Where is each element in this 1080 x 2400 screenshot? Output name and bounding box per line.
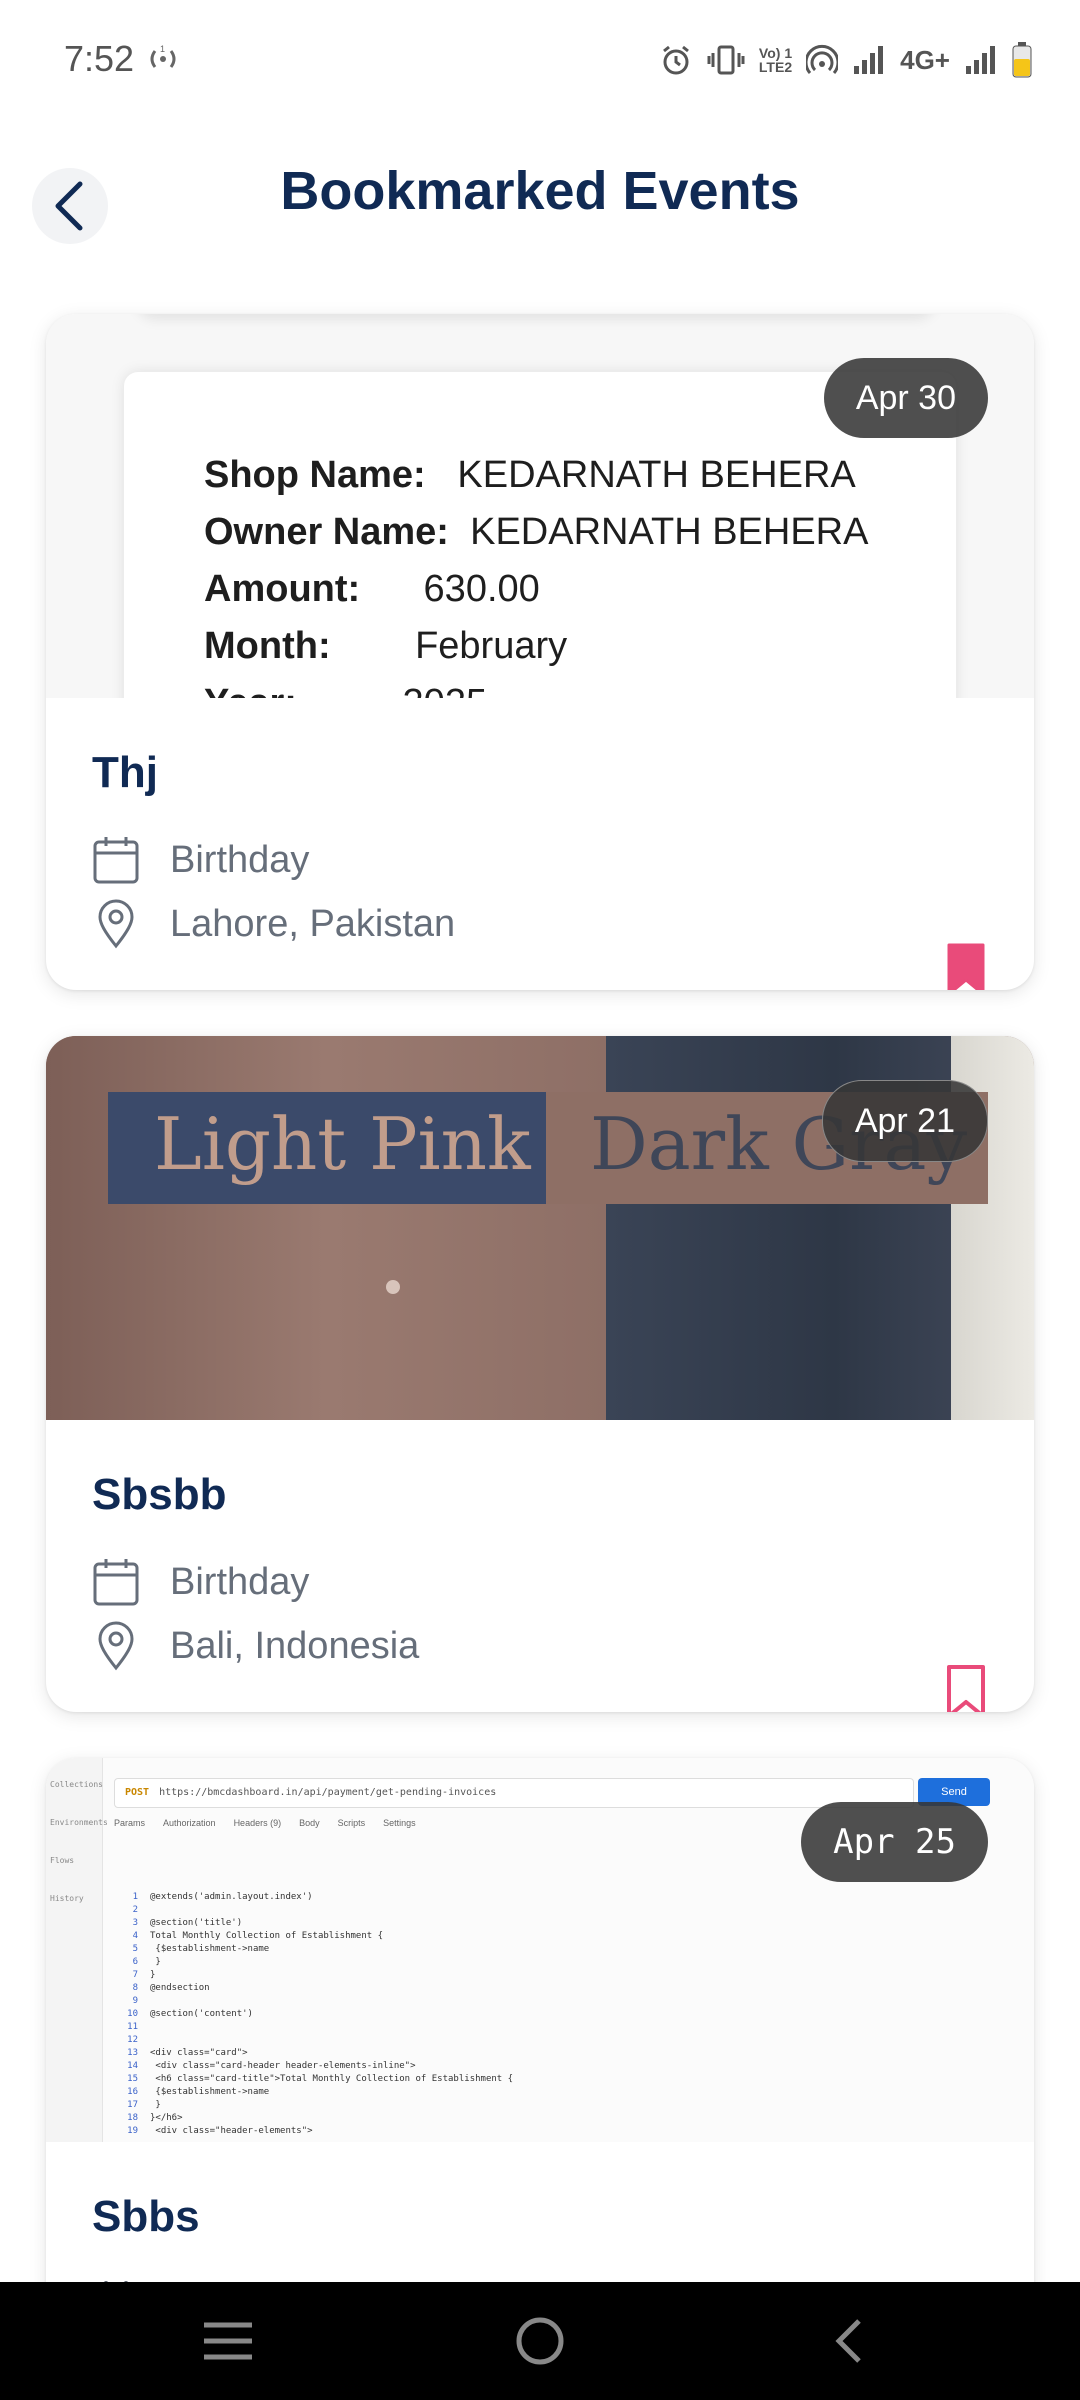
- menu-lines-icon: [204, 2322, 252, 2360]
- date-badge: Apr 25: [801, 1802, 988, 1882]
- recents-button[interactable]: [168, 2282, 288, 2400]
- code-line: 11: [127, 2022, 138, 2032]
- alarm-icon: [662, 45, 689, 75]
- back-nav-button[interactable]: [788, 2282, 908, 2400]
- event-card[interactable]: Collections Environments Flows History P…: [46, 1758, 1034, 2282]
- event-type: Birthday: [170, 838, 310, 881]
- date-badge: Apr 30: [823, 358, 988, 438]
- code-line: 17 }: [127, 2100, 161, 2110]
- event-image: Collections Environments Flows History P…: [46, 1758, 1034, 2142]
- event-location: Lahore, Pakistan: [170, 902, 456, 945]
- photo-label-left: Light Pink: [154, 1102, 531, 1186]
- vibrate-icon: [707, 45, 745, 75]
- card-body: Sbsbb Birthday Bali, Indonesia: [46, 1470, 1034, 1712]
- svg-text:1: 1: [160, 44, 165, 54]
- code-line: 7}: [132, 1970, 156, 1980]
- home-button[interactable]: [480, 2282, 600, 2400]
- event-type-row: [92, 2272, 988, 2282]
- date-badge: Apr 21: [821, 1080, 988, 1162]
- code-line: 15 <h6 class="card-title">Total Monthly …: [127, 2074, 514, 2084]
- page-title: Bookmarked Events: [280, 161, 800, 221]
- event-card[interactable]: Light Pink Dark Gray Apr 21 Sbsbb Birthd…: [46, 1036, 1034, 1712]
- event-type: Birthday: [170, 1560, 310, 1603]
- code-line: 18}</h6>: [127, 2113, 183, 2123]
- event-list[interactable]: Shop Name: KEDARNATH BEHERA Owner Name: …: [0, 270, 1080, 2282]
- event-title: Sbsbb: [92, 1470, 227, 1519]
- event-image: Shop Name: KEDARNATH BEHERA Owner Name: …: [46, 314, 1034, 698]
- signal-2-icon: [966, 46, 995, 74]
- location-pin-icon: [92, 898, 140, 950]
- code-line: 19 <div class="header-elements">: [127, 2126, 313, 2136]
- hotspot-icon: 1: [142, 44, 184, 74]
- code-line: 4 Total Monthly Collection of Establishme…: [132, 1931, 383, 1941]
- card-body: Sbbs: [46, 2192, 1034, 2282]
- event-title: Thj: [92, 748, 158, 797]
- event-title: Sbbs: [92, 2192, 200, 2241]
- event-location: Bali, Indonesia: [170, 1624, 420, 1667]
- code-line: 5 {$establishment->name: [132, 1944, 270, 1954]
- event-type-row: Birthday: [92, 1550, 988, 1614]
- code-line: 8 @endsection: [132, 1983, 210, 1993]
- event-card[interactable]: Shop Name: KEDARNATH BEHERA Owner Name: …: [46, 314, 1034, 990]
- signal-icon: [854, 46, 884, 74]
- code-line: 10 @section('content'): [127, 2009, 253, 2019]
- code-line: 3 @section('title'): [132, 1918, 243, 1928]
- network-type: 4G+: [900, 44, 950, 75]
- bookmark-outline-icon[interactable]: [946, 1664, 986, 1712]
- code-line: 12: [127, 2035, 138, 2045]
- calendar-icon: [92, 1556, 140, 1608]
- code-line: 6 }: [132, 1957, 161, 1967]
- system-nav-bar: [0, 2282, 1080, 2400]
- code-line: 13 <div class="card">: [127, 2048, 248, 2058]
- event-image: Light Pink Dark Gray Apr 21: [46, 1036, 1034, 1420]
- status-time: 7:52: [64, 38, 135, 79]
- event-type-row: Birthday: [92, 828, 988, 892]
- back-chevron-icon: [835, 2319, 861, 2363]
- app-header: Bookmarked Events: [0, 120, 1080, 270]
- code-line: 1 @extends('admin.layout.index'): [132, 1892, 313, 1902]
- home-circle-icon: [516, 2317, 564, 2365]
- code-url-bar: POST https://bmcdashboard.in/api/payment/…: [114, 1778, 914, 1808]
- bookmark-filled-icon[interactable]: [946, 942, 986, 990]
- location-pin-icon: [92, 1620, 140, 1672]
- volte-indicator: Vo) 1 LTE2: [758, 45, 793, 75]
- hotspot-signal-icon: [806, 44, 839, 74]
- code-line: 2: [132, 1905, 138, 1915]
- event-location-row: Bali, Indonesia: [92, 1614, 988, 1678]
- card-body: Thj Birthday Lahore, Pakistan: [46, 748, 1034, 990]
- status-bar: 7:52 1 Vo) 1 LTE2 4G+: [0, 0, 1080, 120]
- battery-icon: [1012, 42, 1032, 78]
- calendar-icon: [92, 834, 140, 886]
- code-line: 14 <div class="card-header header-elemen…: [127, 2061, 416, 2071]
- code-tabs: Params Authorization Headers (9) Body Script…: [114, 1818, 416, 1828]
- code-sidebar: Collections Environments Flows History: [46, 1758, 108, 2142]
- code-line: 16 {$establishment->name: [127, 2087, 270, 2097]
- code-line: 9: [132, 1996, 138, 2006]
- event-location-row: Lahore, Pakistan: [92, 892, 988, 956]
